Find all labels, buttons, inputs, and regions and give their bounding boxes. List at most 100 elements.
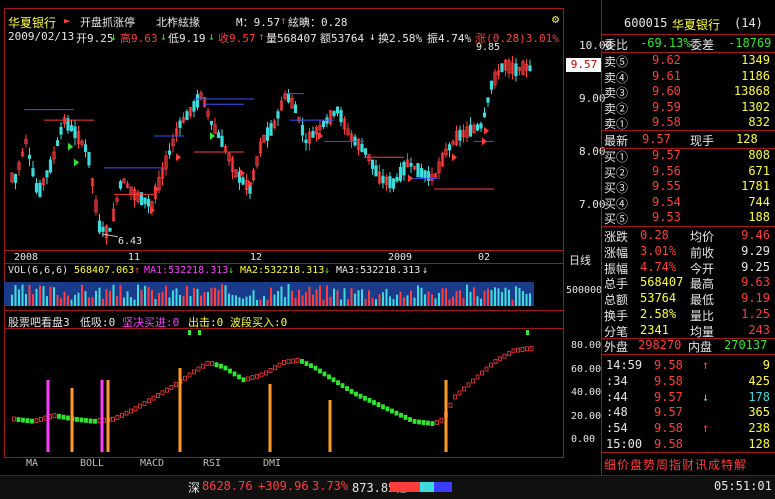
down-arrow-icon: ↓ — [228, 265, 235, 276]
bid-label: 买⑤ — [604, 212, 629, 227]
stat-label: 均价 — [690, 230, 715, 244]
indicator-step — [331, 377, 336, 383]
bid-row[interactable]: 买① 9.57 808 — [602, 148, 774, 165]
stat-value: 2.58% — [640, 307, 677, 321]
volume-bar — [371, 297, 374, 306]
bid-row[interactable]: 买② 9.56 671 — [602, 164, 774, 181]
tab-boll[interactable]: BOLL — [64, 458, 120, 472]
indicator-step — [466, 382, 471, 388]
tab-macd[interactable]: MACD — [124, 458, 180, 472]
stat-label: 涨跌 — [604, 230, 629, 244]
ask-row[interactable]: 卖③ 9.60 13868 — [602, 84, 774, 101]
indicator-step — [529, 345, 534, 351]
indicator-step — [79, 417, 84, 423]
indicator-step — [313, 365, 318, 371]
ask-row[interactable]: 卖② 9.59 1302 — [602, 100, 774, 117]
stat-value: 9.63 — [741, 275, 770, 290]
volume-bar — [235, 295, 237, 306]
volume-bar — [21, 284, 24, 306]
status-bar: 深 8628.76 +309.96 3.73% 873.85亿 05:51:01 — [0, 475, 775, 499]
tick-price: 9.57 — [654, 405, 683, 420]
tick-row: :44 9.57 ↓ 178 — [602, 390, 774, 407]
indicator-step — [255, 373, 259, 379]
indicator-step — [16, 417, 21, 422]
x-label-11: 11 — [128, 252, 141, 263]
up-arrow-icon: ↑ — [702, 358, 710, 372]
tab-ma[interactable]: MA — [4, 458, 60, 472]
indicator-step — [408, 417, 412, 422]
stat-row: 总额 53764 最低 9.19 — [602, 291, 774, 308]
ask-row[interactable]: 卖⑤ 9.62 1349 — [602, 53, 774, 70]
indicator-step — [345, 386, 349, 391]
volume-bar — [410, 290, 412, 306]
period-label[interactable]: 日线 — [569, 252, 591, 268]
indicator-step — [390, 408, 394, 414]
volume-bar — [196, 288, 199, 306]
volume-bar — [350, 288, 353, 306]
flag-icon[interactable]: ► — [64, 14, 71, 27]
candle-body — [391, 178, 396, 189]
volume-bar — [249, 295, 251, 306]
tick-row: :54 9.58 ↑ 238 — [602, 421, 774, 438]
candle-body — [38, 182, 42, 197]
volume-bar — [326, 285, 328, 306]
bid-label: 买② — [604, 165, 629, 180]
indicator-step — [309, 363, 313, 369]
bid-row[interactable]: 买③ 9.55 1781 — [602, 179, 774, 196]
candle-body — [416, 163, 420, 178]
indicator-step — [394, 410, 399, 416]
volume-bar — [60, 298, 62, 306]
volume-chart[interactable] — [4, 278, 564, 310]
volume-ma2: MA2:532218.313 — [240, 265, 325, 276]
bid-row[interactable]: 买⑤ 9.53 188 — [602, 210, 774, 227]
index-pct: 3.73% — [312, 479, 349, 493]
indicator-step — [192, 369, 196, 375]
x-label-12: 12 — [250, 252, 263, 263]
ask-row[interactable]: 卖④ 9.61 1186 — [602, 69, 774, 86]
indicator-chart[interactable] — [4, 328, 564, 458]
indicator-step — [421, 420, 426, 425]
strategy-label[interactable]: 开盘抓涨停 — [80, 14, 135, 30]
volume-bar — [312, 294, 314, 306]
indicator-step — [417, 419, 421, 425]
stat-label: 换手 — [604, 309, 629, 323]
volume-bar — [224, 285, 227, 306]
indicator-step — [457, 390, 462, 396]
bid-label: 买③ — [604, 181, 629, 196]
candlestick-chart[interactable] — [4, 40, 564, 250]
bid-label: 买① — [604, 150, 629, 164]
bid-row[interactable]: 买④ 9.54 744 — [602, 195, 774, 212]
candle-body — [276, 111, 280, 119]
indicator-axis-tick: 40.00 — [571, 387, 602, 398]
candle-body — [209, 120, 214, 125]
indicator-step — [223, 365, 228, 371]
volume-bar — [319, 285, 321, 306]
volume-bar — [70, 299, 73, 306]
tab-dmi[interactable]: DMI — [244, 458, 300, 472]
candle-body — [69, 125, 74, 132]
candle-body — [468, 124, 473, 137]
signal-dot — [526, 330, 529, 335]
indicator-axis-tick: 80.00 — [571, 340, 602, 351]
index-name: 深 — [188, 481, 201, 495]
stat-row: 振幅 4.74% 今开 9.25 — [602, 260, 774, 277]
stock-count: (14) — [734, 16, 763, 30]
volume-bar — [95, 290, 97, 306]
indicator-axis-tick: 60.00 — [571, 363, 602, 375]
quote-tabs[interactable]: 细价盘势周指财讯成特解 — [604, 456, 747, 473]
volume-bar — [511, 299, 514, 306]
tab-rsi[interactable]: RSI — [184, 458, 240, 472]
candle-body — [143, 197, 147, 205]
indicator-step — [502, 353, 507, 359]
volume-bar — [221, 284, 223, 306]
volume-bar — [459, 290, 461, 306]
volume-bar — [84, 291, 87, 306]
indicator-step — [210, 360, 214, 366]
indicator-step — [277, 362, 282, 368]
settings-icon[interactable]: ⚙ — [552, 12, 559, 26]
volume-bar — [154, 298, 157, 306]
candle-body — [482, 112, 487, 118]
volume-bar — [116, 296, 118, 306]
stat-label: 涨幅 — [604, 245, 629, 260]
stat-row: 涨跌 0.28 均价 9.46 — [602, 228, 774, 245]
